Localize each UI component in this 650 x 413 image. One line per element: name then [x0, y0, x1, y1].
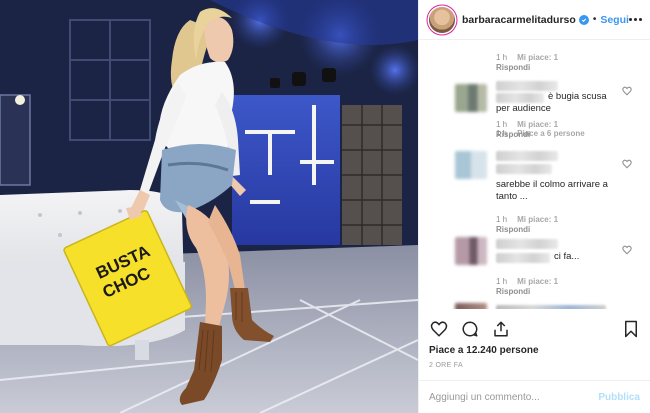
verified-badge-icon — [578, 14, 589, 25]
post-header: barbaracarmelitadurso • Segui — [419, 0, 650, 40]
photo-scene: BUSTA CHOC — [0, 0, 418, 413]
comment-username-blurred[interactable] — [496, 239, 558, 249]
heart-icon[interactable] — [622, 86, 632, 96]
bookmark-icon[interactable] — [621, 319, 641, 339]
heart-icon[interactable] — [622, 159, 632, 169]
reply-button[interactable]: Rispondi — [419, 225, 650, 234]
comment-avatar[interactable] — [455, 151, 487, 179]
comment-age: 1 h — [496, 53, 508, 62]
heart-icon[interactable] — [622, 245, 632, 255]
comment-avatar[interactable] — [455, 237, 487, 265]
comment-text: è bugia scusa per audience — [496, 91, 607, 114]
share-icon[interactable] — [491, 319, 511, 339]
comment-username-blurred[interactable] — [496, 305, 606, 309]
post-photo[interactable]: BUSTA CHOC — [0, 0, 418, 413]
publish-button[interactable]: Pubblica — [598, 392, 640, 403]
comments-list[interactable]: 1 h Mi piace: 1 Rispondi è bugia scusa p… — [419, 41, 650, 309]
comment-age: 1 h — [496, 277, 508, 286]
post-sidebar: barbaracarmelitadurso • Segui 1 h Mi pia… — [418, 0, 650, 413]
comment-text-blurred — [496, 164, 552, 174]
comment-age: 1 h — [496, 120, 508, 129]
comment-item: 1 h Mi piace: 1 Rispondi — [419, 277, 650, 309]
heart-icon[interactable] — [429, 319, 449, 339]
add-comment-bar: Pubblica — [419, 380, 650, 413]
comment-input[interactable] — [429, 391, 599, 403]
comment-username-blurred[interactable] — [496, 151, 558, 161]
comment-username-blurred[interactable] — [496, 81, 558, 91]
comment-likes[interactable]: Mi piace: 1 — [517, 53, 558, 62]
comment-item: 1 h Mi piace: 1 Rispondi ci fa... — [419, 215, 650, 275]
comment-meta-row: 1 h Mi piace: 1 Rispondi — [419, 120, 650, 139]
reply-button[interactable]: Rispondi — [419, 63, 650, 72]
post-timestamp[interactable]: 2 ORE FA — [429, 362, 463, 369]
reply-button[interactable]: Rispondi — [419, 287, 650, 296]
comment-icon[interactable] — [460, 319, 480, 339]
post-actions — [429, 318, 641, 340]
username-link[interactable]: barbaracarmelitadurso — [462, 14, 576, 26]
separator-dot: • — [592, 14, 597, 25]
reply-button[interactable]: Rispondi — [419, 130, 650, 139]
comment-likes[interactable]: Mi piace: 1 — [517, 120, 558, 129]
follow-button[interactable]: Segui — [600, 14, 629, 26]
comment-avatar[interactable] — [455, 303, 487, 309]
comment-text: sarebbe il colmo arrivare a tanto ... — [496, 179, 608, 202]
like-count[interactable]: Piace a 12.240 persone — [429, 345, 539, 356]
comment-likes[interactable]: Mi piace: 1 — [517, 277, 558, 286]
avatar[interactable] — [429, 6, 455, 33]
comment-age: 1 h — [496, 215, 508, 224]
comment-text: ci fa... — [554, 251, 580, 262]
comment-likes[interactable]: Mi piace: 1 — [517, 215, 558, 224]
more-horizontal-icon[interactable] — [629, 18, 642, 21]
comment-item: 1 h Mi piace: 1 Rispondi — [419, 53, 650, 72]
comment-avatar[interactable] — [455, 84, 487, 112]
